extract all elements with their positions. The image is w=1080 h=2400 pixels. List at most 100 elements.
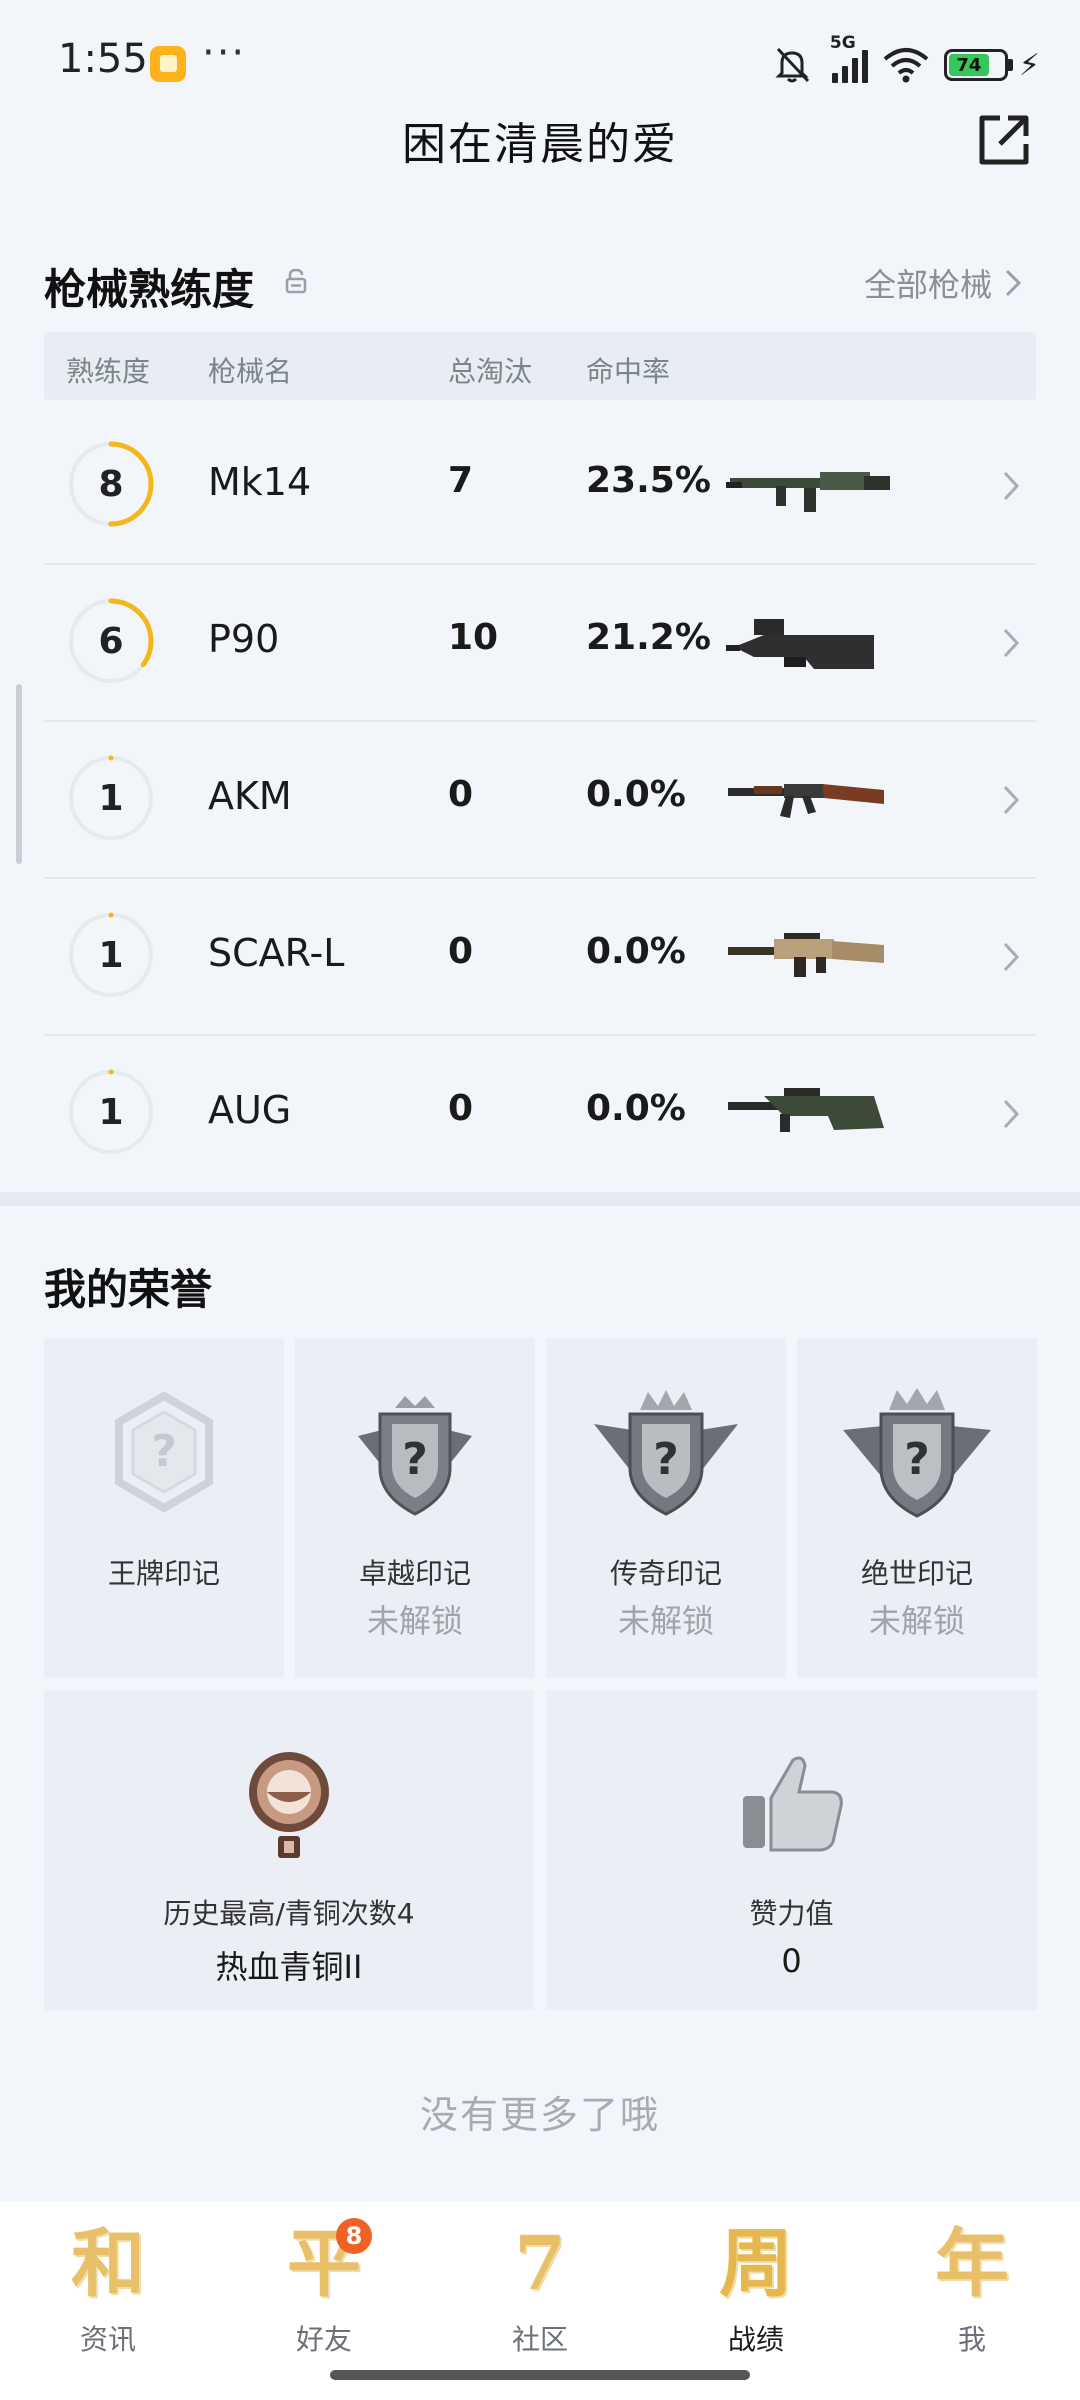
- nav-tab-stats[interactable]: 周 战绩: [686, 2216, 826, 2358]
- mastery-level: 1: [98, 777, 124, 819]
- badge-label: 传奇印记: [609, 1557, 722, 1590]
- weapon-image: [728, 933, 884, 977]
- weapon-image: [726, 619, 874, 669]
- weapon-accuracy: 23.5%: [586, 460, 711, 501]
- status-bar: 1:55 ··· 5G 74 ⚡: [0, 0, 1080, 120]
- weapon-accuracy: 0.0%: [586, 931, 686, 972]
- nav-label: 我: [957, 2323, 986, 2356]
- weapon-kills: 0: [448, 774, 474, 815]
- chevron-right-icon: [1003, 942, 1020, 972]
- friends-badge: 8: [336, 2218, 372, 2254]
- weapon-mastery-title: 枪械熟练度: [44, 265, 255, 314]
- scrollbar[interactable]: [16, 684, 22, 864]
- likes-card[interactable]: 赞力值 0: [546, 1690, 1037, 2010]
- badge-excellence-mark[interactable]: ? 卓越印记 未解锁: [295, 1338, 535, 1678]
- column-accuracy: 命中率: [586, 355, 671, 388]
- no-more-text: 没有更多了哦: [419, 2093, 660, 2137]
- wifi-icon: [883, 48, 929, 83]
- svg-text:?: ?: [151, 1426, 177, 1477]
- network-type: 5G: [829, 33, 856, 53]
- honors-title: 我的荣誉: [44, 1265, 213, 1314]
- nav-tab-me[interactable]: 年 我: [902, 2216, 1042, 2358]
- chevron-right-icon: [1005, 269, 1022, 297]
- badge-peerless-mark[interactable]: ? 绝世印记 未解锁: [797, 1338, 1037, 1678]
- home-indicator[interactable]: [330, 2370, 750, 2380]
- svg-text:?: ?: [653, 1434, 679, 1485]
- nav-tab-friends[interactable]: 平 8 好友: [254, 2216, 394, 2358]
- weapon-name: Mk14: [208, 460, 312, 504]
- badge-status: 未解锁: [617, 1602, 714, 1640]
- community-tab-icon: 7: [514, 2221, 566, 2307]
- badge-status: 未解锁: [868, 1602, 965, 1640]
- nav-label: 资讯: [79, 2323, 136, 2356]
- badge-label: 绝世印记: [860, 1557, 973, 1590]
- likes-value: 0: [781, 1942, 802, 1980]
- mastery-level: 1: [98, 1091, 124, 1133]
- nav-label: 好友: [295, 2323, 352, 2356]
- likes-label: 赞力值: [749, 1897, 834, 1930]
- weapon-name: SCAR-L: [208, 931, 345, 975]
- me-tab-icon: 年: [935, 2221, 1009, 2307]
- svg-text:?: ?: [402, 1434, 428, 1485]
- weapon-row[interactable]: 1 AKM 0 0.0%: [44, 722, 1036, 879]
- badge-ace-mark[interactable]: ? 王牌印记: [44, 1338, 284, 1678]
- chevron-right-icon: [1003, 1099, 1020, 1129]
- weapon-accuracy: 0.0%: [586, 1088, 686, 1129]
- mastery-level: 1: [98, 934, 124, 976]
- weapon-name: AKM: [208, 774, 292, 818]
- weapon-image: [728, 1088, 884, 1132]
- battery-level: 74: [948, 54, 989, 76]
- battery-icon: 74 ⚡: [943, 47, 1040, 83]
- nav-tab-news[interactable]: 和 资讯: [38, 2216, 178, 2358]
- peerless-mark-icon: ?: [843, 1388, 991, 1518]
- weapon-image: [726, 472, 890, 512]
- weapon-kills: 0: [448, 1088, 474, 1129]
- weapon-name: AUG: [208, 1088, 292, 1132]
- badge-legend-mark[interactable]: ? 传奇印记 未解锁: [546, 1338, 786, 1678]
- section-divider: [0, 1192, 1080, 1206]
- cellular-signal-icon: 5G: [828, 33, 868, 83]
- thumbs-up-icon: [742, 1756, 843, 1852]
- weapon-accuracy: 21.2%: [586, 617, 711, 658]
- nav-label: 战绩: [727, 2323, 784, 2356]
- chevron-right-icon: [1003, 785, 1020, 815]
- mastery-level: 8: [98, 463, 124, 505]
- mastery-level: 6: [98, 620, 124, 662]
- weapon-image: [728, 784, 884, 818]
- page-title: 困在清晨的爱: [402, 119, 678, 170]
- weapon-row[interactable]: 8 Mk14 7 23.5%: [44, 408, 1036, 565]
- weapon-kills: 0: [448, 931, 474, 972]
- rank-history-label: 历史最高/青铜次数4: [163, 1897, 415, 1930]
- more-notifications-icon: ···: [202, 30, 247, 76]
- svg-text:?: ?: [904, 1434, 930, 1485]
- legend-mark-icon: ?: [594, 1390, 738, 1516]
- weapon-row[interactable]: 1 SCAR-L 0 0.0%: [44, 879, 1036, 1036]
- rank-value: 热血青铜II: [215, 1948, 363, 1986]
- weapon-row[interactable]: 1 AUG 0 0.0%: [44, 1036, 1036, 1193]
- weapon-kills: 7: [448, 460, 474, 501]
- excellence-mark-icon: ?: [358, 1396, 472, 1516]
- bronze-rank-icon: [249, 1752, 329, 1858]
- badge-status: 未解锁: [366, 1602, 463, 1640]
- status-time: 1:55: [58, 36, 148, 82]
- weapon-accuracy: 0.0%: [586, 774, 686, 815]
- lock-icon[interactable]: [284, 268, 308, 294]
- column-mastery: 熟练度: [66, 355, 151, 388]
- ace-mark-icon: ?: [115, 1391, 213, 1513]
- nav-label: 社区: [511, 2323, 568, 2356]
- notification-app-icon: [150, 46, 186, 82]
- all-weapons-label: 全部枪械: [863, 266, 992, 304]
- badge-label: 王牌印记: [107, 1557, 220, 1590]
- share-external-icon[interactable]: [974, 110, 1034, 170]
- column-weapon-name: 枪械名: [208, 355, 293, 388]
- all-weapons-link[interactable]: 全部枪械: [864, 260, 1022, 306]
- friends-tab-icon: 平: [287, 2221, 361, 2307]
- badge-label: 卓越印记: [358, 1557, 471, 1590]
- stats-tab-icon: 周: [719, 2221, 793, 2307]
- weapon-row[interactable]: 6 P90 10 21.2%: [44, 565, 1036, 722]
- charging-icon: ⚡: [1018, 47, 1040, 83]
- rank-card[interactable]: 历史最高/青铜次数4 热血青铜II: [44, 1690, 534, 2010]
- nav-tab-community[interactable]: 7 社区: [470, 2216, 610, 2358]
- weapon-table-header: 熟练度 枪械名 总淘汰 命中率: [44, 332, 1036, 400]
- bell-muted-icon: [775, 47, 810, 83]
